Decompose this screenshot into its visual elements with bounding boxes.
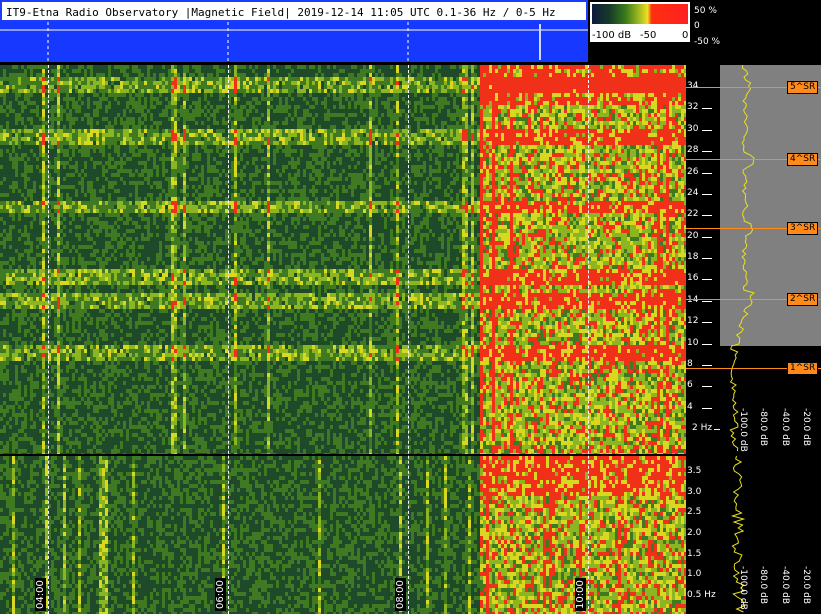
time-label-0400: 04:00: [35, 578, 46, 611]
db-scale-label: -80.0 dB: [758, 408, 768, 446]
frequency-tick-label: 22: [687, 209, 698, 219]
title-bar: IT9-Etna Radio Observatory |Magnetic Fie…: [0, 0, 588, 22]
frequency-tick-mark: [702, 344, 712, 345]
frequency-tick-label: 0.5 Hz: [687, 590, 716, 600]
schumann-label-5: 5^SR: [787, 81, 818, 94]
percent-label-top: 50 %: [694, 6, 717, 16]
db-scale-label: -20.0 dB: [801, 566, 811, 604]
frequency-tick-label: 20: [687, 231, 698, 241]
time-label-0600: 06:00: [215, 578, 226, 611]
frequency-tick-label: 18: [687, 252, 698, 262]
profile-trace-line: [730, 65, 754, 451]
time-gridline: [228, 65, 229, 614]
frequency-tick-mark: [702, 108, 712, 109]
schumann-label-1: 1^SR: [787, 362, 818, 375]
percent-label-bottom: -50 %: [694, 37, 720, 47]
db-scale-label: -20.0 dB: [801, 408, 811, 446]
spectrogram-0-36hz: [0, 65, 686, 454]
time-label-0800: 08:00: [395, 578, 406, 611]
time-gridline: [588, 65, 589, 614]
frequency-axis-bottom: 3.5 3.0 2.5 2.0 1.5 1.0 0.5 Hz: [686, 456, 720, 614]
colorbar-label-mid: -50: [640, 30, 656, 41]
frequency-tick-mark: [702, 301, 712, 302]
spectrogram-top-image: [0, 65, 686, 454]
db-scale-label: -40.0 dB: [780, 566, 790, 604]
colorbar-label-min: -100 dB: [592, 30, 631, 41]
frequency-tick-mark: [702, 130, 712, 131]
frequency-tick-mark: [702, 215, 712, 216]
frequency-tick-mark: [702, 237, 712, 238]
frequency-tick-label: 2.0: [687, 528, 701, 538]
frequency-tick-mark: [702, 173, 712, 174]
frequency-tick-mark: [702, 322, 712, 323]
frequency-tick-mark: [702, 365, 712, 366]
frequency-tick-label: 2 Hz: [692, 423, 712, 433]
schumann-label-4: 4^SR: [787, 153, 818, 166]
level-strip-trace: [0, 22, 588, 62]
frequency-tick-label: 34: [687, 81, 698, 91]
frequency-tick-label: 16: [687, 273, 698, 283]
frequency-tick-mark: [702, 258, 712, 259]
frequency-tick-label: 1.0: [687, 569, 701, 579]
frequency-tick-label: 28: [687, 145, 698, 155]
db-scale-label: -100.0 dB: [738, 566, 748, 610]
frequency-tick-mark: [702, 279, 712, 280]
frequency-tick-mark: [702, 408, 712, 409]
percent-label-mid: 0: [694, 21, 700, 31]
time-label-1000: 10:00: [575, 578, 586, 611]
frequency-tick-mark: [702, 151, 712, 152]
spectrum-profile-trace: [720, 65, 821, 614]
db-scale-label: -80.0 dB: [758, 566, 768, 604]
frequency-tick-label: 26: [687, 167, 698, 177]
frequency-tick-mark: [702, 194, 712, 195]
colorbar-legend: -100 dB -50 0: [590, 2, 690, 42]
colorbar-label-max: 0: [682, 30, 688, 41]
time-gridline: [48, 65, 49, 614]
schumann-label-2: 2^SR: [787, 293, 818, 306]
frequency-tick-label: 3.0: [687, 487, 701, 497]
colorbar-gradient: [592, 4, 688, 24]
frequency-tick-label: 10: [687, 338, 698, 348]
page-title: IT9-Etna Radio Observatory |Magnetic Fie…: [6, 6, 556, 19]
frequency-tick-label: 1.5: [687, 549, 701, 559]
schumann-label-3: 3^SR: [787, 222, 818, 235]
frequency-tick-label: 4: [687, 402, 693, 412]
signal-level-strip: [0, 22, 588, 62]
frequency-tick-label: 30: [687, 124, 698, 134]
frequency-tick-mark: [702, 386, 712, 387]
frequency-tick-label: 12: [687, 316, 698, 326]
db-scale-label: -100.0 dB: [738, 408, 748, 452]
frequency-tick-label: 32: [687, 102, 698, 112]
time-gridline: [408, 65, 409, 614]
frequency-tick-label: 2.5: [687, 507, 701, 517]
frequency-axis-top: 343230282624222018161412108642 Hz: [686, 65, 720, 454]
frequency-tick-label: 3.5: [687, 466, 701, 476]
frequency-tick-label: 24: [687, 188, 698, 198]
frequency-tick-label: 6: [687, 380, 693, 390]
db-scale-label: -40.0 dB: [780, 408, 790, 446]
